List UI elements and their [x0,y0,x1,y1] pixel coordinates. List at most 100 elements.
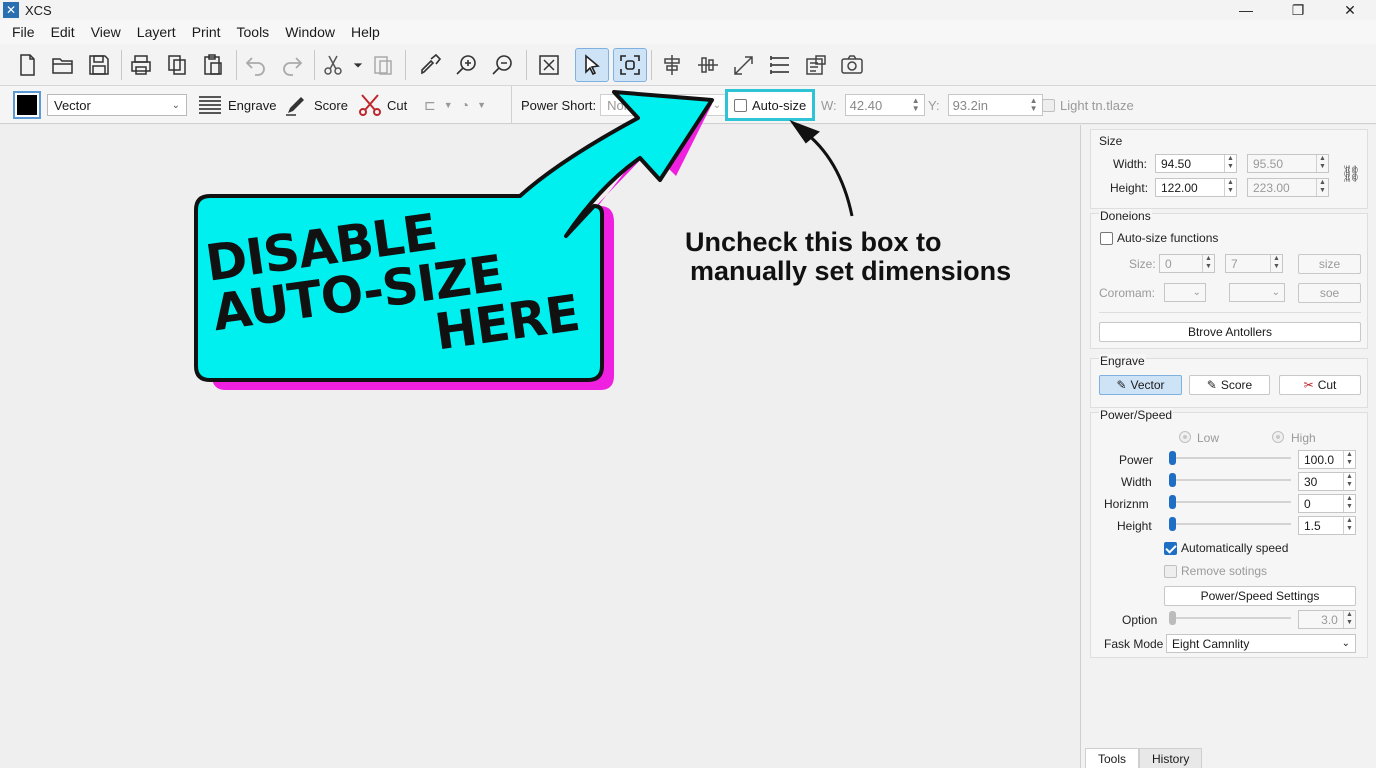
horizon-slider[interactable] [1169,495,1291,509]
coromam-select[interactable]: ⌄ [1164,283,1206,302]
auto-speed-check[interactable] [1164,542,1177,555]
option-slider[interactable] [1169,611,1291,625]
path-shape-icon[interactable]: ◔ [461,97,469,113]
select-pointer-icon[interactable] [575,48,609,82]
path-dropdown-icon[interactable]: ▼ [444,100,453,110]
copy-icon[interactable] [160,48,194,82]
menu-tools[interactable]: Tools [229,24,278,40]
menu-file[interactable]: File [4,24,43,40]
size-height-input[interactable]: 122.00 ▲ ▼ [1155,178,1237,197]
zoom-in-icon[interactable] [449,48,483,82]
engrave-vector-button[interactable]: ✎ Vector [1099,375,1182,395]
engrave-button[interactable]: Engrave [198,86,276,124]
lock-ratio-icon[interactable]: ⛓ [1341,164,1361,184]
light-check[interactable] [1042,98,1055,112]
spin-arrows-icon[interactable]: ▲ ▼ [1030,97,1038,113]
score-button[interactable]: Score [285,86,348,124]
power-input[interactable]: 100.0 ▲ ▼ [1298,450,1356,469]
arrow-scale-icon[interactable] [727,48,761,82]
paste-icon[interactable] [196,48,230,82]
fask-mode-select[interactable]: Eight Camnlity ⌄ [1166,634,1356,653]
width-label: Width [1121,475,1152,489]
power-slider[interactable] [1169,451,1291,465]
close-button[interactable]: ✕ [1324,0,1376,20]
doneions-size-input-1[interactable]: 0 ▲ ▼ [1159,254,1215,273]
clipboard-icon[interactable] [366,48,400,82]
coromam-select-2[interactable]: ⌄ [1229,283,1285,302]
design-canvas[interactable] [0,125,1080,768]
engrave-lines-icon [199,96,221,114]
auto-size-check[interactable] [734,98,747,112]
tab-tools[interactable]: Tools [1085,748,1140,768]
menu-view[interactable]: View [83,24,129,40]
size-width-input[interactable]: 94.50 ▲ ▼ [1155,154,1237,173]
zoom-out-icon[interactable] [485,48,519,82]
cut-button[interactable]: Cut [358,86,407,124]
minimize-button[interactable]: — [1220,0,1272,20]
engrave-cut-button[interactable]: ✂ Cut [1279,375,1361,395]
remove-settings-check[interactable] [1164,565,1177,578]
mode-select[interactable]: Vector ⌄ [47,94,187,116]
doneions-size-value-1: 0 [1165,256,1172,271]
auto-size-checkbox[interactable]: Auto-size [725,89,816,121]
high-radio[interactable] [1272,431,1284,443]
chevron-down-icon: ⌄ [1192,287,1201,298]
power-short-select[interactable]: Non ⌄ [600,94,729,116]
pencil-icon: ✎ [1116,378,1127,392]
new-file-icon[interactable] [10,48,44,82]
y-input[interactable]: 93.2in ▲ ▼ [947,94,1043,116]
redo-icon[interactable] [275,48,309,82]
menu-layer[interactable]: Layert [129,24,184,40]
save-icon[interactable] [82,48,116,82]
fit-frame-icon[interactable] [532,48,566,82]
engrave-score-button[interactable]: ✎ Score [1189,375,1270,395]
horizon-input[interactable]: 0 ▲ ▼ [1298,494,1356,513]
bounding-select-icon[interactable] [613,48,647,82]
power-speed-settings-button[interactable]: Power/Speed Settings [1164,586,1356,606]
width-value: 30 [1304,474,1318,489]
size-width-input-2[interactable]: 95.50 ▲ ▼ [1247,154,1329,173]
menu-window[interactable]: Window [277,24,343,40]
height-input[interactable]: 1.5 ▲ ▼ [1298,516,1356,535]
auto-size-functions-check[interactable] [1100,232,1113,245]
engrave-vector-label: Vector [1130,378,1165,392]
width-slider[interactable] [1169,473,1291,487]
spin-arrows-icon[interactable]: ▲ ▼ [912,97,920,113]
size-width-value: 94.50 [1161,156,1192,171]
power-value: 100.0 [1304,452,1335,467]
doneions-size-input-2[interactable]: 7 ▲ ▼ [1225,254,1283,273]
light-checkbox[interactable]: Light tn.tlaze [1042,86,1134,124]
menu-help[interactable]: Help [343,24,388,40]
align-center-h-icon[interactable] [655,48,689,82]
tab-history[interactable]: History [1139,748,1203,768]
print-icon[interactable] [124,48,158,82]
light-label: Light tn.tlaze [1060,97,1134,113]
option-input[interactable]: 3.0 ▲ ▼ [1298,610,1356,629]
maximize-button[interactable]: ❐ [1272,0,1324,20]
low-radio[interactable] [1179,431,1191,443]
shape-dropdown-icon[interactable]: ▼ [477,100,486,110]
color-swatch[interactable] [13,91,41,119]
open-folder-icon[interactable] [46,48,80,82]
menu-edit[interactable]: Edit [43,24,83,40]
btrove-antollers-button[interactable]: Btrove Antollers [1099,322,1361,342]
export-icon[interactable] [799,48,833,82]
coromam-label: Coromam: [1099,286,1156,300]
height-slider[interactable] [1169,517,1291,531]
cut-dropdown-icon[interactable] [348,48,368,82]
size-button[interactable]: size [1298,254,1361,274]
undo-icon[interactable] [239,48,273,82]
w-input[interactable]: 42.40 ▲ ▼ [844,94,925,116]
menu-print[interactable]: Print [184,24,229,40]
width-input[interactable]: 30 ▲ ▼ [1298,472,1356,491]
path-align-icon[interactable]: ⊏ [424,97,436,114]
eyedropper-icon[interactable] [413,48,447,82]
distribute-icon[interactable] [763,48,797,82]
soe-button[interactable]: soe [1298,283,1361,303]
camera-icon[interactable] [835,48,869,82]
color-picker[interactable] [13,86,41,124]
size-height-input-2[interactable]: 223.00 ▲ ▼ [1247,178,1329,197]
cut-scissors-icon[interactable] [317,48,351,82]
align-center-v-icon[interactable] [691,48,725,82]
w-value: 42.40 [849,97,883,113]
